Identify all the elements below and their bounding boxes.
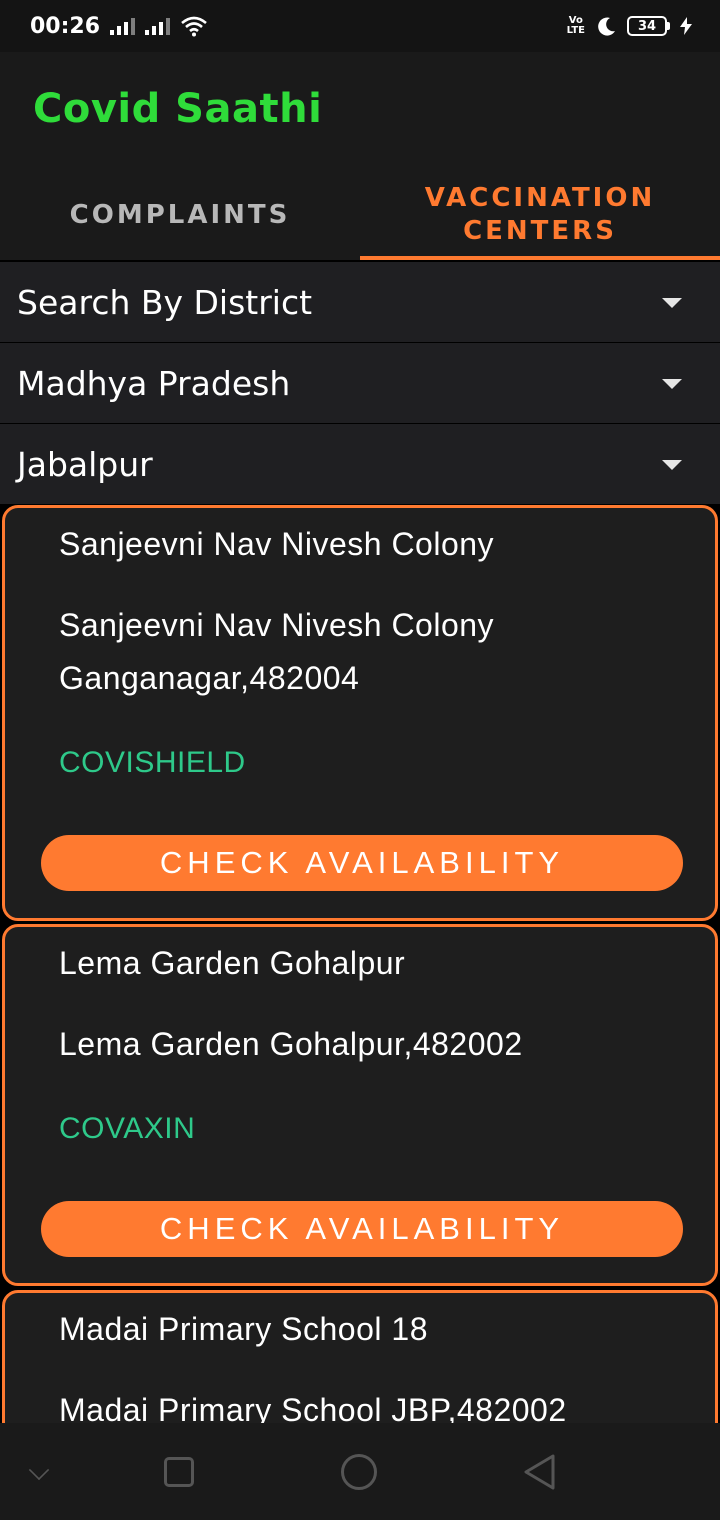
- check-availability-button[interactable]: CHECK AVAILABILITY: [41, 1201, 683, 1257]
- vaccine-type: COVISHIELD: [59, 746, 246, 779]
- dropdown-arrow-icon: [662, 298, 682, 308]
- search-type-value: Search By District: [17, 282, 313, 322]
- state-dropdown[interactable]: Madhya Pradesh: [0, 343, 720, 423]
- app-bar: Covid Saathi COMPLAINTS VACCINATION CENT…: [0, 52, 720, 260]
- moon-icon: [598, 17, 615, 36]
- check-availability-button[interactable]: CHECK AVAILABILITY: [41, 835, 683, 891]
- tab-vaccination-centers[interactable]: VACCINATION CENTERS: [360, 170, 720, 260]
- center-name: Madai Primary School 18: [59, 1311, 428, 1347]
- home-icon[interactable]: [341, 1454, 377, 1490]
- charging-icon: [680, 17, 692, 35]
- signal-icon: [110, 17, 136, 35]
- center-address: Sanjeevni Nav Nivesh Colony Ganganagar,4…: [59, 607, 495, 696]
- status-bar: 00:26 Vo LTE 34: [0, 0, 720, 52]
- back-icon[interactable]: [522, 1453, 556, 1491]
- app-title: Covid Saathi: [33, 86, 323, 132]
- district-value: Jabalpur: [17, 444, 153, 484]
- center-name: Sanjeevni Nav Nivesh Colony: [59, 526, 495, 562]
- tab-bar: COMPLAINTS VACCINATION CENTERS: [0, 170, 720, 260]
- dropdown-arrow-icon: [662, 379, 682, 389]
- system-nav-bar: [0, 1423, 720, 1520]
- vaccine-type: COVAXIN: [59, 1112, 196, 1145]
- center-address: Lema Garden Gohalpur,482002: [59, 1026, 523, 1062]
- center-address: Madai Primary School JBP,482002: [59, 1392, 567, 1423]
- signal-icon-2: [145, 17, 171, 35]
- dropdown-arrow-icon: [662, 460, 682, 470]
- main-content: Search By District Madhya Pradesh Jabalp…: [0, 260, 720, 1423]
- battery-icon: 34: [627, 16, 670, 36]
- search-type-dropdown[interactable]: Search By District: [0, 262, 720, 342]
- collapse-icon[interactable]: [28, 1459, 50, 1481]
- center-card: Sanjeevni Nav Nivesh Colony Sanjeevni Na…: [2, 505, 718, 921]
- status-time: 00:26: [30, 13, 101, 39]
- volte-icon: Vo LTE: [566, 15, 585, 36]
- district-dropdown[interactable]: Jabalpur: [0, 424, 720, 504]
- wifi-icon: [181, 16, 207, 37]
- state-value: Madhya Pradesh: [17, 363, 291, 403]
- center-card: Madai Primary School 18 Madai Primary Sc…: [2, 1290, 718, 1423]
- center-card: Lema Garden Gohalpur Lema Garden Gohalpu…: [2, 924, 718, 1286]
- recents-icon[interactable]: [164, 1457, 194, 1487]
- center-name: Lema Garden Gohalpur: [59, 945, 406, 981]
- tab-vaccination-centers-label: VACCINATION CENTERS: [424, 183, 656, 246]
- tab-complaints[interactable]: COMPLAINTS: [0, 170, 360, 260]
